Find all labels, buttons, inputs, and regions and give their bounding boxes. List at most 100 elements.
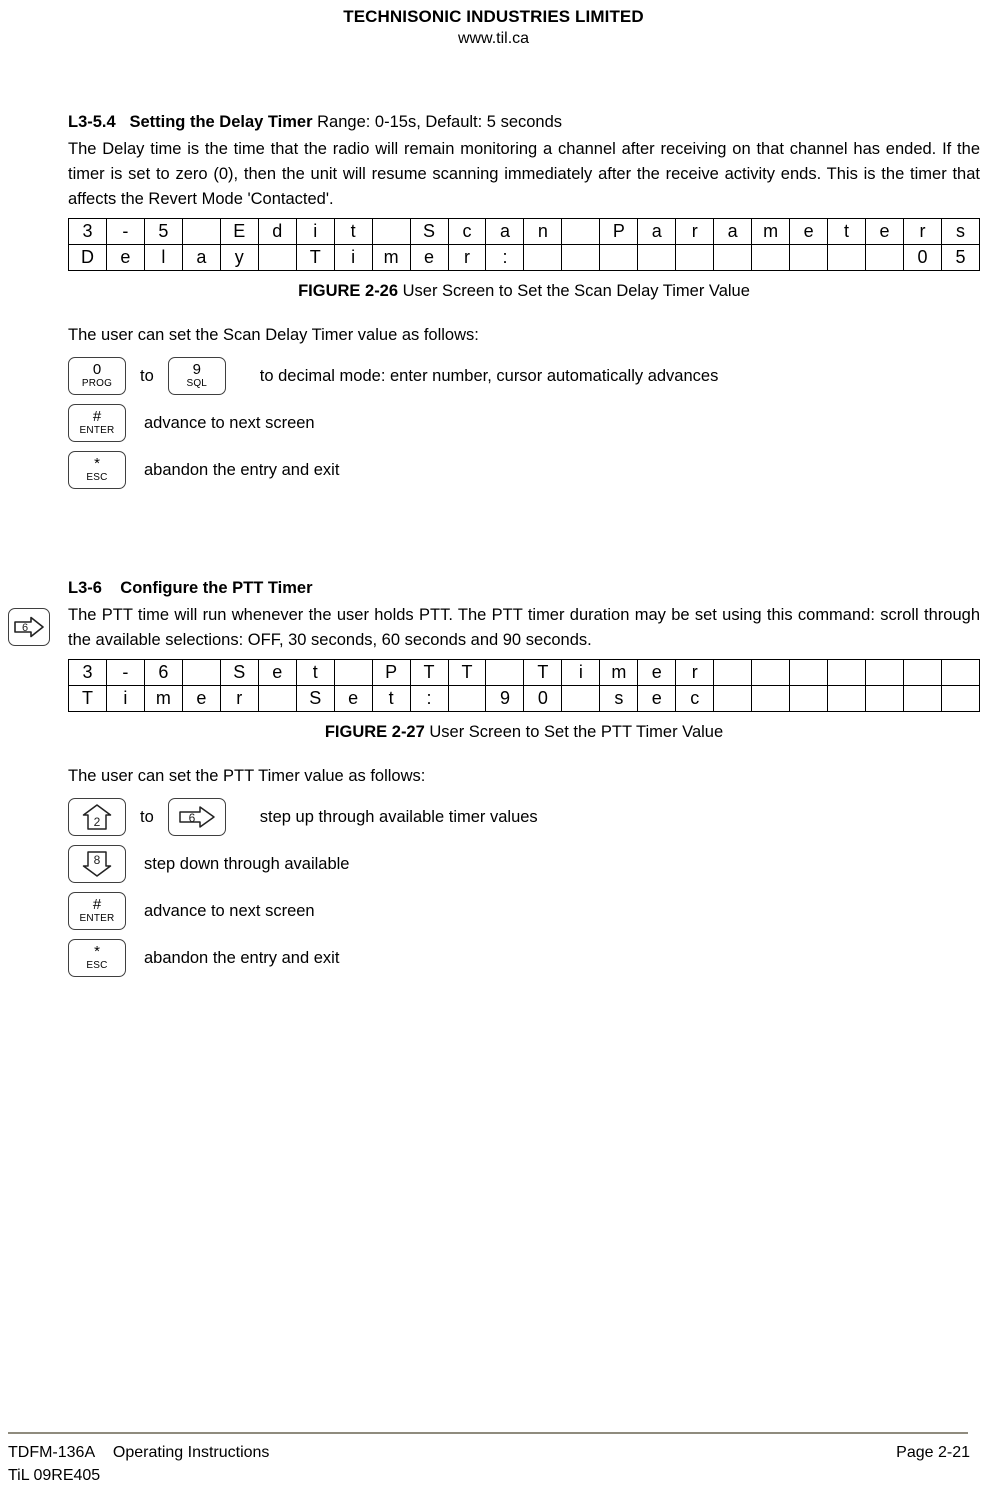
margin-key-6-right-arrow-icon: 6 [8,608,50,646]
key-instruction-row: # ENTER advance to next screen [68,892,980,930]
key-description: step up through available timer values [259,808,538,826]
screen-cell [599,244,639,271]
screen-cell [447,685,487,712]
screen-cell: i [105,685,145,712]
screen-cell: D [68,244,107,271]
screen-cell: e [637,685,677,712]
screen-cell [751,244,791,271]
screen-cell [827,244,867,271]
screen-cell: t [827,218,867,245]
ptt-timer-paragraph: The PTT time will run whenever the user … [68,606,980,649]
key-8-down-arrow-icon[interactable]: 8 [68,845,126,883]
screen-cell [751,659,791,686]
screen-cell: m [599,659,639,686]
key-2-up-arrow-icon[interactable]: 2 [68,798,126,836]
key-digit: 8 [94,853,101,867]
key-primary-label: * [94,455,100,472]
screen-cell: 9 [485,685,525,712]
key-digit: 2 [94,815,101,829]
key-primary-label: # [92,896,102,913]
key-secondary-label: ESC [86,472,108,483]
key-star-esc-icon[interactable]: * ESC [68,939,126,977]
screen-cell [333,659,373,686]
key-range-joiner: to [140,807,154,826]
key-description: advance to next screen [144,414,315,432]
delay-timer-intro: The user can set the Scan Delay Timer va… [68,326,479,344]
screen-cell [865,244,904,271]
screen-cell: e [181,685,221,712]
document-page: TECHNISONIC INDUSTRIES LIMITED www.til.c… [0,0,987,1491]
key-instruction-row: 2 to 6 step up through available timer v… [68,798,980,836]
screen-cell: 5 [143,218,183,245]
screen-cell [371,218,411,245]
key-instruction-row: # ENTER advance to next screen [68,404,980,442]
key-9-sql-icon[interactable]: 9 SQL [167,357,226,395]
screen-cell [789,659,829,686]
screen-cell [713,659,753,686]
key-6-right-arrow-icon[interactable]: 6 [167,798,226,836]
screen-cell [902,659,942,686]
screen-cell: m [751,218,791,245]
ptt-timer-intro: The user can set the PTT Timer value as … [68,767,426,785]
screen-cell: 3 [68,659,107,686]
footer-page-number: Page 2-21 [896,1444,970,1461]
screen-cell: E [219,218,259,245]
screen-cell [902,685,942,712]
delay-timer-paragraph: The Delay time is the time that the radi… [68,140,980,208]
key-secondary-label: ENTER [79,913,115,924]
screen-cell [865,685,904,712]
screen-cell: e [333,685,373,712]
key-hash-enter-icon[interactable]: # ENTER [68,892,126,930]
screen-cell [181,218,221,245]
screen-cell: i [561,659,601,686]
screen-cell: e [789,218,829,245]
screen-cell: s [599,685,639,712]
table-row: 3-6SetPTTTimer [68,659,981,686]
figure-caption-2-27: FIGURE 2-27 User Screen to Set the PTT T… [68,720,980,744]
screen-cell [637,244,677,271]
footer-divider [8,1432,968,1434]
screen-cell: e [409,244,449,271]
screen-cell [713,685,753,712]
screen-cell [257,244,297,271]
screen-table-body: 3-6SetPTTTimer TimerSet:90sec [68,659,981,712]
screen-cell: s [940,218,981,245]
screen-cell: m [371,244,411,271]
figure-text: User Screen to Set the PTT Timer Value [424,723,724,741]
figure-number: FIGURE 2-26 [298,282,399,300]
screen-cell [827,659,867,686]
screen-cell [675,244,715,271]
key-hash-enter-icon[interactable]: # ENTER [68,404,126,442]
section-heading-ptt-timer: L3-6 Configure the PTT Timer [68,576,980,600]
screen-cell: 6 [143,659,183,686]
screen-cell: S [219,659,259,686]
screen-cell: S [409,218,449,245]
screen-cell [485,659,525,686]
screen-cell: c [675,685,715,712]
screen-cell: t [333,218,373,245]
screen-cell: T [523,659,563,686]
screen-cell [789,685,829,712]
svg-text:6: 6 [22,622,28,634]
screen-cell: r [675,659,715,686]
key-primary-label: * [94,943,100,960]
screen-cell: e [105,244,145,271]
screen-cell [181,659,221,686]
screen-cell [713,244,753,271]
document-header: TECHNISONIC INDUSTRIES LIMITED www.til.c… [0,6,987,50]
table-row: 3-5EditScanParameters [68,218,981,245]
document-footer: TDFM-136A Operating Instructions Page 2-… [8,1441,970,1487]
screen-cell [751,685,791,712]
key-description: abandon the entry and exit [144,461,340,479]
screen-cell: i [333,244,373,271]
key-0-prog-icon[interactable]: 0 PROG [68,357,126,395]
up-arrow-icon: 2 [77,803,117,831]
screen-cell: e [865,218,904,245]
key-star-esc-icon[interactable]: * ESC [68,451,126,489]
key-description: to decimal mode: enter number, cursor au… [259,367,719,385]
screen-cell: T [68,685,107,712]
key-primary-label: 9 [192,361,201,378]
key-secondary-label: ESC [86,960,108,971]
figure-number: FIGURE 2-27 [324,723,425,741]
